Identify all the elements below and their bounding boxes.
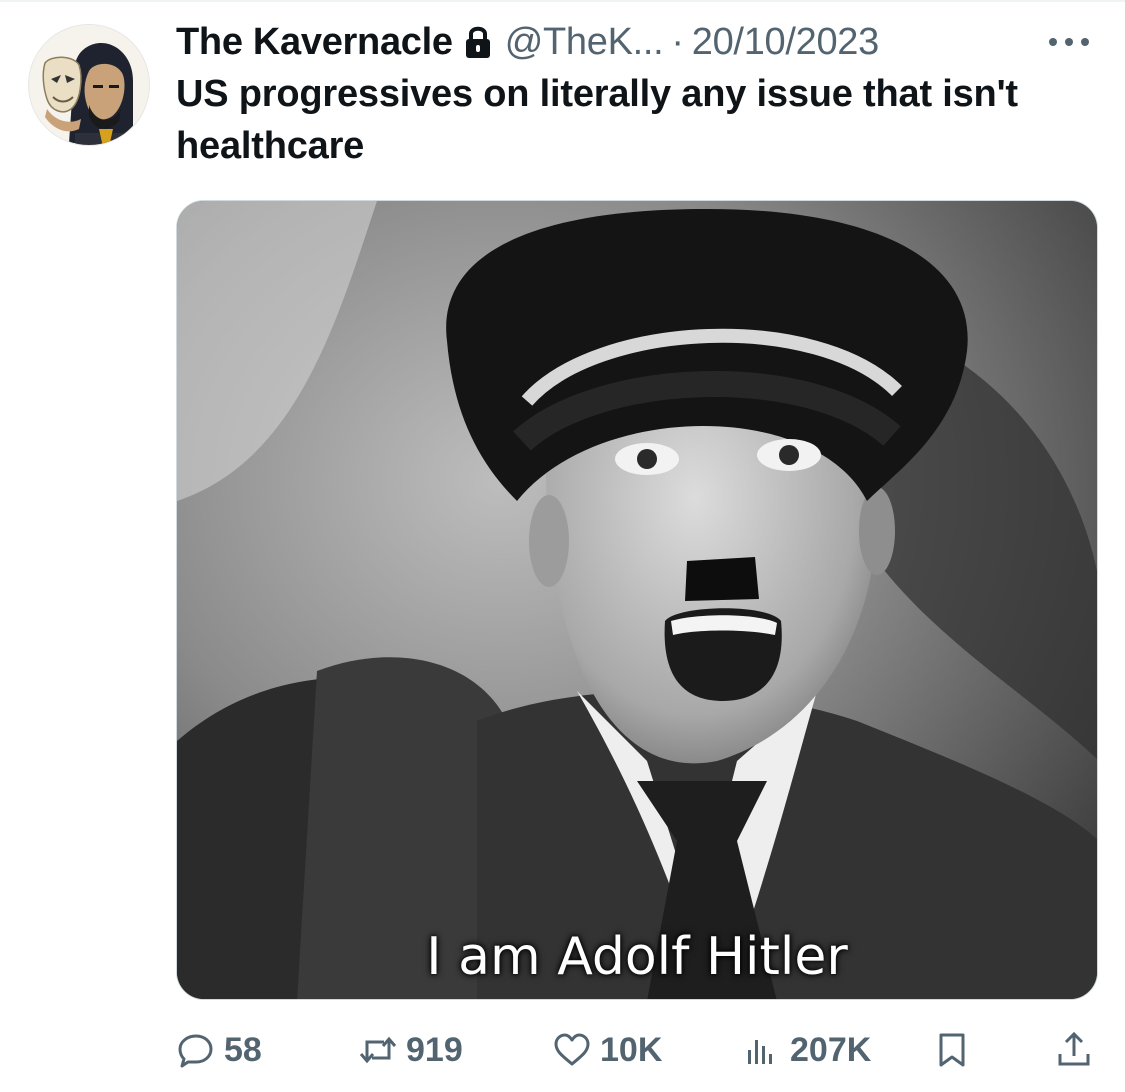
header-separator: · (671, 20, 684, 63)
avatar-illustration (29, 25, 149, 145)
user-handle[interactable]: @TheK... (505, 21, 664, 64)
views-icon (748, 1040, 772, 1064)
bookmark-icon (939, 1033, 965, 1067)
tweet-text: US progressives on literally any issue t… (176, 73, 1018, 167)
tweet-date[interactable]: 20/10/2023 (692, 21, 879, 64)
like-count: 10K (600, 1030, 663, 1069)
reply-button[interactable]: 58 (176, 1024, 262, 1076)
media-image (177, 201, 1097, 999)
retweet-icon (359, 1036, 397, 1064)
share-button[interactable] (1054, 1024, 1102, 1076)
lock-icon (463, 24, 493, 60)
display-name[interactable]: The Kavernacle (176, 21, 453, 64)
action-bar: 58 919 10K 207K (176, 1024, 1101, 1076)
like-button[interactable]: 10K (552, 1024, 662, 1076)
views-button[interactable]: 207K (742, 1024, 871, 1076)
bookmark-button[interactable] (932, 1024, 980, 1076)
top-divider (0, 0, 1125, 2)
media-caption: I am Adolf Hitler (426, 927, 848, 987)
tweet-media[interactable]: I am Adolf Hitler (176, 200, 1098, 1000)
reply-count: 58 (224, 1030, 262, 1069)
share-icon (1058, 1031, 1090, 1066)
like-icon (554, 1033, 590, 1066)
tweet: The Kavernacle @TheK... · 20/10/2023 US … (176, 16, 1101, 172)
retweet-button[interactable]: 919 (358, 1024, 463, 1076)
avatar[interactable] (28, 24, 150, 146)
retweet-count: 919 (406, 1030, 463, 1069)
tweet-header: The Kavernacle @TheK... · 20/10/2023 (176, 16, 1101, 68)
more-icon[interactable] (1047, 32, 1091, 52)
views-count: 207K (790, 1030, 872, 1069)
reply-icon (178, 1034, 213, 1068)
